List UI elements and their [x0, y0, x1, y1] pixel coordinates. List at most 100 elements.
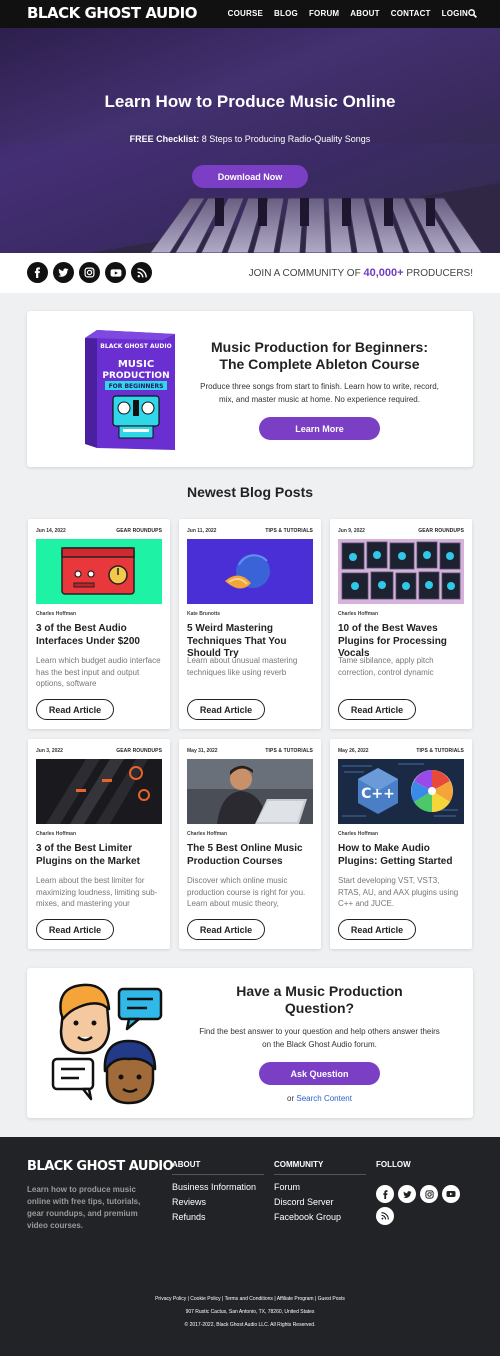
- social-icons: [27, 262, 152, 283]
- nav-login[interactable]: LOGIN: [442, 9, 468, 18]
- youtube-icon[interactable]: [105, 262, 126, 283]
- footer-logo[interactable]: BLACK GHOST AUDIO: [27, 1159, 174, 1174]
- post-category[interactable]: TIPS & TUTORIALS: [265, 748, 313, 754]
- nav-about[interactable]: ABOUT: [350, 9, 379, 18]
- community-count: 40,000+: [363, 267, 404, 279]
- search-content-link[interactable]: Search Content: [296, 1094, 352, 1103]
- post-thumbnail[interactable]: [338, 539, 464, 604]
- learn-more-button[interactable]: Learn More: [259, 417, 380, 440]
- post-excerpt: Learn which budget audio interface has t…: [36, 656, 161, 688]
- or-text: or: [287, 1094, 297, 1103]
- instagram-icon[interactable]: [79, 262, 100, 283]
- ask-question-button[interactable]: Ask Question: [259, 1062, 380, 1085]
- main-menu: COURSE BLOG FORUM ABOUT CONTACT LOGIN: [228, 9, 468, 18]
- post-category[interactable]: TIPS & TUTORIALS: [416, 748, 464, 754]
- footer-social-icons: [376, 1185, 466, 1225]
- question-title: Have a Music Production Question?: [197, 983, 442, 1017]
- footer-community-heading: COMMUNITY: [274, 1160, 366, 1175]
- course-title-line1: Music Production for Beginners:: [210, 339, 428, 355]
- post-author[interactable]: Charles Hoffman: [187, 831, 227, 837]
- question-card: Have a Music Production Question? Find t…: [27, 968, 473, 1118]
- top-nav: BLACK GHOST AUDIO COURSE BLOG FORUM ABOU…: [0, 0, 500, 28]
- post-title[interactable]: The 5 Best Online Music Production Cours…: [187, 843, 313, 868]
- read-article-button[interactable]: Read Article: [36, 699, 114, 720]
- post-title[interactable]: How to Make Audio Plugins: Getting Start…: [338, 843, 464, 868]
- post-date: May 26, 2022: [338, 748, 369, 754]
- facebook-icon[interactable]: [376, 1185, 394, 1203]
- footer-tagline: Learn how to produce music online with f…: [27, 1185, 141, 1230]
- hero-banner: Learn How to Produce Music Online FREE C…: [0, 28, 500, 253]
- rss-icon[interactable]: [131, 262, 152, 283]
- post-category[interactable]: GEAR ROUNDUPS: [116, 528, 162, 534]
- nav-blog[interactable]: BLOG: [274, 9, 298, 18]
- box-line3: FOR BEGINNERS: [109, 383, 164, 390]
- nav-course[interactable]: COURSE: [228, 9, 263, 18]
- course-card: BLACK GHOST AUDIO MUSIC PRODUCTION FOR B…: [27, 311, 473, 467]
- post-date: Jun 3, 2022: [36, 748, 63, 754]
- community-pre: JOIN A COMMUNITY OF: [248, 268, 364, 279]
- footer-link-business-information[interactable]: Business Information: [172, 1180, 264, 1195]
- legal-links[interactable]: Privacy Policy | Cookie Policy | Terms a…: [0, 1293, 500, 1306]
- question-description: Find the best answer to your question an…: [199, 1027, 440, 1049]
- post-title[interactable]: 3 of the Best Audio Interfaces Under $20…: [36, 623, 162, 648]
- read-article-button[interactable]: Read Article: [36, 919, 114, 940]
- twitter-icon[interactable]: [53, 262, 74, 283]
- download-now-button[interactable]: Download Now: [192, 165, 308, 188]
- blog-post-card[interactable]: Jun 11, 2022 TIPS & TUTORIALS Kate Bruno…: [179, 519, 321, 729]
- read-article-button[interactable]: Read Article: [187, 699, 265, 720]
- footer-link-forum[interactable]: Forum: [274, 1180, 366, 1195]
- post-category[interactable]: TIPS & TUTORIALS: [265, 528, 313, 534]
- read-article-button[interactable]: Read Article: [187, 919, 265, 940]
- course-box-image: BLACK GHOST AUDIO MUSIC PRODUCTION FOR B…: [85, 330, 175, 450]
- community-post: PRODUCERS!: [403, 268, 473, 279]
- nav-forum[interactable]: FORUM: [309, 9, 339, 18]
- post-title[interactable]: 3 of the Best Limiter Plugins on the Mar…: [36, 843, 162, 868]
- post-date: Jun 9, 2022: [338, 528, 365, 534]
- rss-icon[interactable]: [376, 1207, 394, 1225]
- box-line1: MUSIC: [118, 359, 154, 370]
- nav-contact[interactable]: CONTACT: [391, 9, 431, 18]
- post-thumbnail[interactable]: [187, 759, 313, 824]
- read-article-button[interactable]: Read Article: [338, 699, 416, 720]
- footer-copyright: © 2017-2022, Black Ghost Audio LLC. All …: [184, 1322, 316, 1328]
- post-author[interactable]: Charles Hoffman: [36, 831, 76, 837]
- post-category[interactable]: GEAR ROUNDUPS: [116, 748, 162, 754]
- box-line2: PRODUCTION: [102, 371, 169, 381]
- post-author[interactable]: Charles Hoffman: [36, 611, 76, 617]
- footer-address: 907 Rustic Cactus, San Antonio, TX, 7826…: [185, 1309, 315, 1315]
- blog-post-card[interactable]: Jun 3, 2022 GEAR ROUNDUPS Charles Hoffma…: [28, 739, 170, 949]
- footer-link-refunds[interactable]: Refunds: [172, 1210, 264, 1225]
- blog-post-card[interactable]: May 31, 2022 TIPS & TUTORIALS Charles Ho…: [179, 739, 321, 949]
- blog-heading: Newest Blog Posts: [186, 484, 314, 500]
- post-author[interactable]: Charles Hoffman: [338, 831, 378, 837]
- box-brand: BLACK GHOST AUDIO: [100, 343, 171, 350]
- post-thumbnail[interactable]: [187, 539, 313, 604]
- post-author[interactable]: Kate Brunotts: [187, 611, 220, 617]
- post-thumbnail[interactable]: C++: [338, 759, 464, 824]
- question-title-line2: Question?: [284, 1000, 355, 1016]
- site-footer: BLACK GHOST AUDIO Learn how to produce m…: [0, 1137, 500, 1356]
- keyboard-image: [0, 143, 500, 253]
- footer-community-column: COMMUNITY Forum Discord Server Facebook …: [274, 1160, 366, 1225]
- post-date: May 31, 2022: [187, 748, 218, 754]
- blog-post-card[interactable]: Jun 9, 2022 GEAR ROUNDUPS Charles Hoffma…: [330, 519, 472, 729]
- facebook-icon[interactable]: [27, 262, 48, 283]
- footer-link-discord[interactable]: Discord Server: [274, 1195, 366, 1210]
- blog-post-card[interactable]: Jun 14, 2022 GEAR ROUNDUPS Charles Hoffm…: [28, 519, 170, 729]
- post-thumbnail[interactable]: [36, 759, 162, 824]
- post-category[interactable]: GEAR ROUNDUPS: [418, 528, 464, 534]
- instagram-icon[interactable]: [420, 1185, 438, 1203]
- youtube-icon[interactable]: [442, 1185, 460, 1203]
- post-author[interactable]: Charles Hoffman: [338, 611, 378, 617]
- read-article-button[interactable]: Read Article: [338, 919, 416, 940]
- hero-subtitle: FREE Checklist: 8 Steps to Producing Rad…: [0, 134, 500, 144]
- blog-post-card[interactable]: May 26, 2022 TIPS & TUTORIALS C++ Charle…: [330, 739, 472, 949]
- post-thumbnail[interactable]: [36, 539, 162, 604]
- footer-link-reviews[interactable]: Reviews: [172, 1195, 264, 1210]
- forum-illustration: [51, 983, 163, 1105]
- post-excerpt: Tame sibilance, apply pitch correction, …: [338, 656, 434, 677]
- search-icon[interactable]: [468, 9, 477, 18]
- site-logo[interactable]: BLACK GHOST AUDIO: [27, 4, 197, 22]
- footer-link-facebook-group[interactable]: Facebook Group: [274, 1210, 366, 1225]
- twitter-icon[interactable]: [398, 1185, 416, 1203]
